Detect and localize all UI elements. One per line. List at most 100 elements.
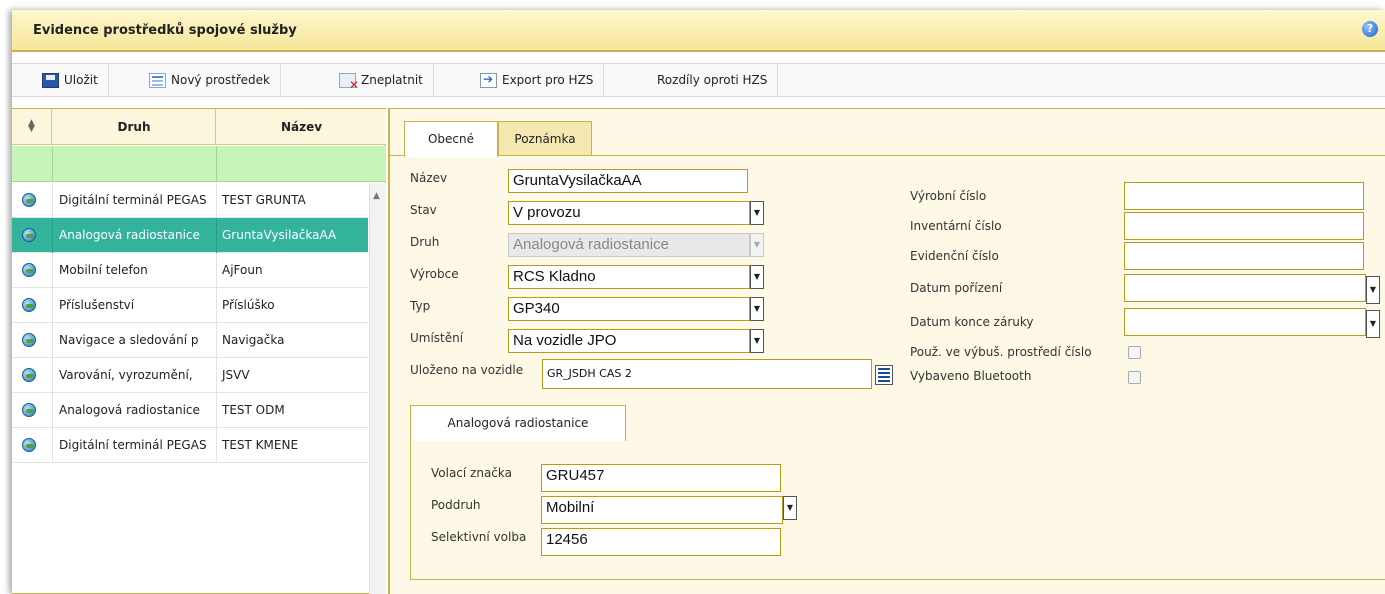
- radio-device-icon: [22, 263, 36, 277]
- poddruh-select[interactable]: Mobilní: [541, 496, 783, 524]
- ulozeno-label: Uloženo na vozidle: [410, 363, 524, 377]
- umisteni-label: Umístění: [410, 331, 464, 345]
- vyrobni-input[interactable]: [1124, 182, 1364, 210]
- nazev-label: Název: [410, 171, 448, 185]
- help-icon[interactable]: ?: [1362, 21, 1378, 37]
- cell-nazev: GruntaVysilačkaAA: [222, 228, 337, 242]
- new-item-icon: [149, 72, 166, 88]
- selektivni-label: Selektivní volba: [431, 530, 527, 544]
- chevron-down-icon[interactable]: ▼: [1366, 310, 1380, 338]
- calendar-icon[interactable]: [875, 365, 893, 385]
- volaci-label: Volací značka: [431, 466, 512, 480]
- radio-device-icon: [22, 368, 36, 382]
- radio-device-icon: [22, 228, 36, 242]
- nazev-input[interactable]: GruntaVysilačkaAA: [508, 169, 748, 193]
- table-row[interactable]: Analogová radiostanice TEST ODM: [12, 393, 368, 428]
- cell-nazev: TEST KMENE: [222, 438, 299, 452]
- table-row[interactable]: Analogová radiostanice GruntaVysilačkaAA: [12, 218, 368, 253]
- cell-druh: Analogová radiostanice: [52, 393, 217, 428]
- vyrobni-label: Výrobní číslo: [910, 189, 987, 203]
- datum-zaruky-input[interactable]: [1124, 308, 1366, 336]
- invalidate-button-label: Zneplatnit: [361, 73, 423, 87]
- radio-device-icon: [22, 403, 36, 417]
- table-row[interactable]: Varování, vyrozumění, JSVV: [12, 358, 368, 393]
- sort-icon: ▲ ▼: [28, 118, 35, 134]
- chevron-down-icon[interactable]: ▼: [783, 496, 797, 520]
- floppy-disk-icon: [42, 72, 59, 88]
- scroll-up-icon[interactable]: ▲: [373, 191, 380, 201]
- volaci-input[interactable]: GRU457: [541, 464, 781, 492]
- cell-nazev: Navigačka: [222, 333, 285, 347]
- table-row[interactable]: Mobilní telefon AjFoun: [12, 253, 368, 288]
- export-icon: [480, 72, 497, 88]
- table-row[interactable]: Navigace a sledování p Navigačka: [12, 323, 368, 358]
- chevron-down-icon[interactable]: ▼: [750, 201, 764, 225]
- cell-nazev: TEST GRUNTA: [222, 193, 306, 207]
- chevron-down-icon[interactable]: ▼: [750, 329, 764, 353]
- grid-scrollbar[interactable]: ▲: [369, 183, 386, 594]
- grid-rows: Digitální terminál PEGAS TEST GRUNTA Analo…: [12, 183, 368, 463]
- invalidate-icon: [339, 72, 359, 92]
- column-header-nazev[interactable]: Název: [217, 109, 386, 145]
- selektivni-input[interactable]: 12456: [541, 528, 781, 556]
- inventarni-input[interactable]: [1124, 212, 1364, 240]
- cell-druh: Digitální terminál PEGAS: [52, 183, 217, 218]
- datum-porizeni-input[interactable]: [1124, 274, 1366, 302]
- vyrobce-select[interactable]: RCS Kladno: [508, 265, 750, 289]
- typ-select[interactable]: GP340: [508, 297, 750, 321]
- export-button[interactable]: Export pro HZS: [470, 64, 605, 96]
- cell-druh: Mobilní telefon: [52, 253, 217, 288]
- cell-nazev: Příslúško: [222, 298, 275, 312]
- inventarni-label: Inventární číslo: [910, 219, 1002, 233]
- evidencni-input[interactable]: [1124, 242, 1364, 270]
- typ-label: Typ: [410, 299, 431, 313]
- new-item-button[interactable]: Nový prostředek: [139, 64, 281, 96]
- datum-zaruky-label: Datum konce záruky: [910, 315, 1034, 329]
- datum-porizeni-label: Datum pořízení: [910, 281, 1003, 295]
- chevron-down-icon[interactable]: ▼: [1366, 276, 1380, 304]
- new-item-button-label: Nový prostředek: [171, 73, 270, 87]
- export-button-label: Export pro HZS: [502, 73, 594, 87]
- vybus-label: Použ. ve výbuš. prostředí číslo: [910, 345, 1092, 359]
- druh-label: Druh: [410, 235, 440, 249]
- chevron-down-icon[interactable]: ▼: [750, 297, 764, 321]
- filter-row[interactable]: [12, 146, 386, 182]
- grid-header: ▲ ▼ Druh Název: [12, 109, 386, 145]
- druh-select: Analogová radiostanice: [508, 233, 750, 257]
- app-window: Evidence prostředků spojové služby ? Ulo…: [12, 10, 1385, 594]
- bluetooth-label: Vybaveno Bluetooth: [910, 369, 1032, 383]
- cell-druh: Varování, vyrozumění,: [52, 358, 217, 393]
- title-bar: Evidence prostředků spojové služby ?: [12, 10, 1385, 52]
- umisteni-select[interactable]: Na vozidle JPO: [508, 329, 750, 353]
- tab-note[interactable]: Poznámka: [498, 121, 592, 155]
- tab-general[interactable]: Obecné: [404, 121, 498, 157]
- save-button-label: Uložit: [64, 73, 98, 87]
- save-button[interactable]: Uložit: [32, 64, 109, 96]
- invalidate-button[interactable]: Zneplatnit: [329, 64, 434, 96]
- diff-button-label: Rozdíly oproti HZS: [657, 73, 768, 87]
- evidencni-label: Evidenční číslo: [910, 249, 999, 263]
- stav-select[interactable]: V provozu: [508, 201, 750, 225]
- bluetooth-checkbox[interactable]: [1128, 371, 1141, 384]
- tab-analog-radio[interactable]: Analogová radiostanice: [410, 405, 626, 441]
- table-row[interactable]: Digitální terminál PEGAS TEST KMENE: [12, 428, 368, 463]
- diff-button[interactable]: Rozdíly oproti HZS: [647, 64, 779, 96]
- toolbar: Uložit Nový prostředek Zneplatnit Export…: [12, 63, 1385, 97]
- detail-panel: Obecné Poznámka Název GruntaVysilačkaAA …: [388, 108, 1385, 594]
- items-grid: ▲ ▼ Druh Název Digitální terminál PEGAS TE…: [12, 108, 386, 594]
- cell-nazev: JSVV: [222, 368, 250, 382]
- cell-druh: Digitální terminál PEGAS: [52, 428, 217, 463]
- cell-druh: Příslušenství: [52, 288, 217, 323]
- table-row[interactable]: Příslušenství Příslúško: [12, 288, 368, 323]
- vybus-checkbox[interactable]: [1128, 346, 1141, 359]
- column-header-druh[interactable]: Druh: [53, 109, 216, 145]
- radio-device-icon: [22, 333, 36, 347]
- cell-nazev: AjFoun: [222, 263, 263, 277]
- vyrobce-label: Výrobce: [410, 267, 459, 281]
- window-title: Evidence prostředků spojové služby: [33, 23, 297, 38]
- radio-device-icon: [22, 298, 36, 312]
- chevron-down-icon[interactable]: ▼: [750, 265, 764, 289]
- ulozeno-input[interactable]: GR_JSDH CAS 2: [542, 359, 872, 389]
- table-row[interactable]: Digitální terminál PEGAS TEST GRUNTA: [12, 183, 368, 218]
- sort-column-header[interactable]: ▲ ▼: [12, 109, 52, 145]
